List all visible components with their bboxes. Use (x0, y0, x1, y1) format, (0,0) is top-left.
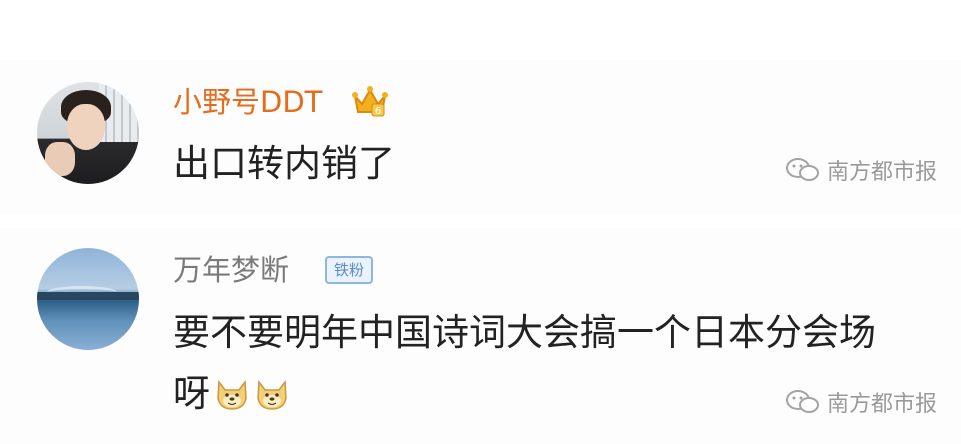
username[interactable]: 小野号DDT (173, 84, 322, 120)
comment-screenshot: 小野号DDT 6 出口转内销了 南方都市报 万年梦断 铁粉 要不要明年中国诗词大… (0, 0, 961, 444)
comment-text-tail: 呀 (173, 372, 210, 415)
comment-text: 出口转内销了 (173, 142, 395, 185)
comment-item: 小野号DDT 6 出口转内销了 南方都市报 (0, 60, 961, 215)
watermark-text: 南方都市报 (826, 160, 937, 185)
fan-badge: 铁粉 (325, 256, 373, 284)
doge-emoji (257, 379, 287, 410)
user-avatar[interactable] (37, 248, 139, 350)
wechat-icon (785, 158, 819, 181)
watermark-text: 南方都市报 (826, 392, 937, 417)
comment-text: 要不要明年中国诗词大会搞一个日本分会场 (173, 311, 876, 354)
username[interactable]: 万年梦断 (173, 252, 289, 288)
wechat-icon (785, 390, 819, 413)
comment-text-line2: 呀 (173, 364, 290, 424)
watermark: 南方都市报 (785, 154, 937, 186)
comment-item: 万年梦断 铁粉 要不要明年中国诗词大会搞一个日本分会场 呀 南方都市报 (0, 228, 961, 444)
vip-level: 6 (375, 106, 381, 117)
doge-emoji (217, 379, 247, 410)
crown-icon: 6 (352, 86, 388, 117)
watermark: 南方都市报 (785, 386, 937, 418)
user-avatar[interactable] (37, 82, 139, 184)
